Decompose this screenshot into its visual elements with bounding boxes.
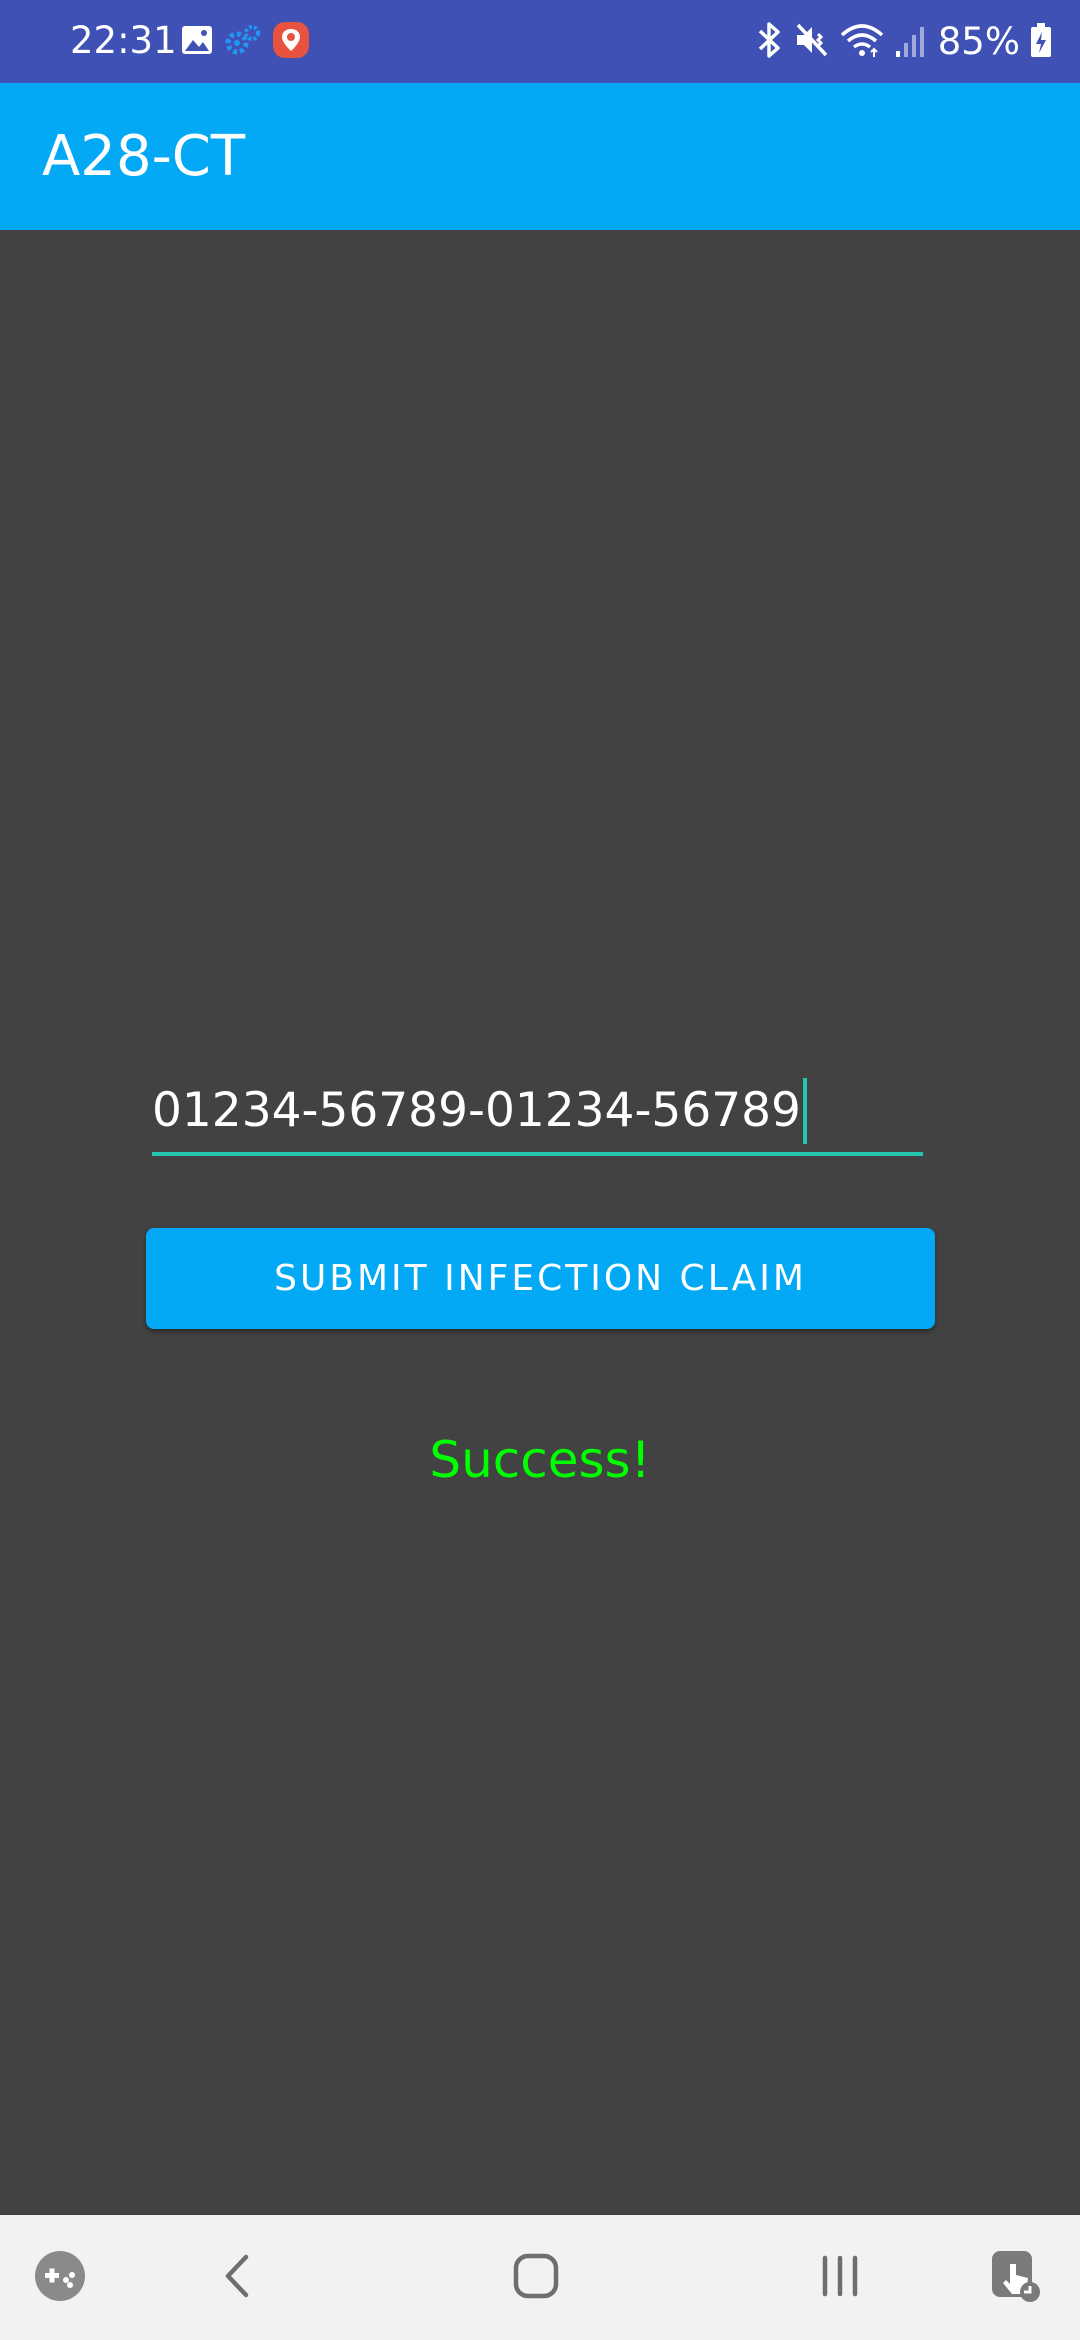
status-time: 22:31 [70, 19, 177, 62]
text-cursor [802, 1078, 807, 1144]
game-tools-button[interactable] [22, 2215, 98, 2340]
result-message: Success! [429, 1431, 651, 1489]
back-button[interactable] [196, 2215, 276, 2340]
bluetooth-icon [754, 21, 784, 63]
accessibility-touch-icon [988, 2248, 1044, 2308]
signal-icon [894, 21, 928, 63]
wifi-icon [840, 21, 884, 63]
recents-button[interactable] [800, 2215, 880, 2340]
battery-percentage: 85% [937, 20, 1020, 63]
recents-icon [815, 2251, 865, 2305]
claim-code-value: 01234-56789-01234-56789 [152, 1083, 801, 1138]
input-underline [152, 1152, 923, 1156]
navigation-bar [0, 2215, 1080, 2340]
accessibility-touch-button[interactable] [976, 2215, 1056, 2340]
location-pin-icon [272, 21, 310, 63]
submit-button-label: SUBMIT INFECTION CLAIM [274, 1258, 807, 1299]
app-bar: A28-CT [0, 83, 1080, 230]
status-notification-icons [180, 20, 310, 64]
submit-infection-claim-button[interactable]: SUBMIT INFECTION CLAIM [146, 1228, 935, 1329]
main-content [0, 230, 1080, 2215]
app-title: A28-CT [42, 124, 246, 189]
battery-charging-icon [1030, 21, 1052, 63]
settings-gears-icon [224, 23, 262, 61]
game-tools-icon [33, 2249, 87, 2307]
status-bar: 22:31 85% [0, 0, 1080, 83]
claim-code-input[interactable]: 01234-56789-01234-56789 [152, 1070, 923, 1152]
image-icon [180, 23, 214, 61]
back-icon [216, 2251, 256, 2305]
claim-input-field[interactable]: 01234-56789-01234-56789 [152, 1070, 923, 1156]
status-system-icons: 85% [754, 18, 1052, 66]
home-icon [511, 2251, 561, 2305]
home-button[interactable] [496, 2215, 576, 2340]
mute-vibrate-icon [794, 21, 830, 63]
